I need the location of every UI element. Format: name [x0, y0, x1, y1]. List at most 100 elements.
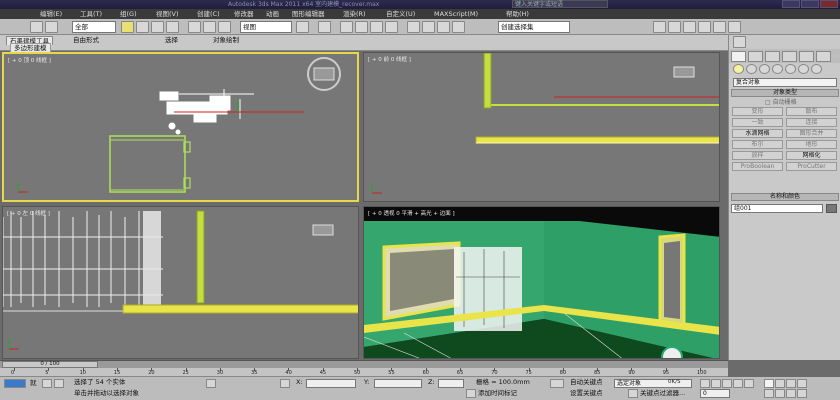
pan-view-icon[interactable] [775, 389, 785, 398]
rollout-name-color[interactable]: 名称和颜色 [731, 193, 839, 201]
previous-frame-icon[interactable] [711, 379, 721, 388]
render-production-icon[interactable] [728, 21, 741, 33]
next-frame-icon[interactable] [733, 379, 743, 388]
time-slider[interactable]: 0 / 100 [0, 360, 728, 368]
selection-filter-dropdown[interactable]: 全部 [72, 21, 116, 33]
y-coordinate-input[interactable] [374, 379, 422, 388]
viewport-top[interactable]: [ + 0 顶 0 线框 ] [2, 52, 359, 202]
spinner-snap-icon[interactable] [385, 21, 398, 33]
viewport-label[interactable]: [ + 0 透视 0 平滑 + 高光 + 边面 ] [368, 209, 455, 217]
modify-tab-icon[interactable] [748, 51, 763, 62]
lock-icon[interactable] [733, 36, 746, 48]
search-input[interactable]: 键入关键字或短语 [512, 0, 608, 8]
edit-named-selection-icon[interactable] [407, 21, 420, 33]
time-slider-thumb[interactable]: 0 / 100 [2, 361, 98, 368]
shapes-icon[interactable] [746, 64, 757, 74]
absolute-mode-icon[interactable] [280, 379, 290, 388]
blobmesh-button[interactable]: 水滴网格 [732, 129, 783, 138]
menu-group[interactable]: 组(G) [120, 9, 137, 19]
z-coordinate-input[interactable] [438, 379, 464, 388]
redo-icon[interactable] [45, 21, 58, 33]
menu-edit[interactable]: 编辑(E) [40, 9, 62, 19]
maxscript-listener-icon[interactable] [42, 379, 52, 388]
motion-tab-icon[interactable] [782, 51, 797, 62]
reference-coordinate-dropdown[interactable]: 视图 [240, 21, 292, 33]
filter-icon[interactable] [628, 389, 638, 398]
snaps-toggle-icon[interactable] [340, 21, 353, 33]
menu-create[interactable]: 创建(C) [197, 9, 220, 19]
curve-editor-icon[interactable] [653, 21, 666, 33]
rendered-frame-icon[interactable] [713, 21, 726, 33]
menu-help[interactable]: 帮助(H) [506, 9, 529, 19]
select-manipulate-icon[interactable] [318, 21, 331, 33]
tab-selection[interactable]: 选择 [162, 36, 181, 44]
select-move-icon[interactable] [188, 21, 201, 33]
morph-button[interactable]: 变形 [732, 107, 783, 116]
material-editor-icon[interactable] [683, 21, 696, 33]
pivot-center-icon[interactable] [296, 21, 309, 33]
align-icon[interactable] [437, 21, 450, 33]
conform-button[interactable]: 一致 [732, 118, 783, 127]
maximize-button[interactable] [801, 0, 819, 8]
object-name-input[interactable]: 组001 [731, 204, 823, 213]
geometry-icon[interactable] [733, 64, 744, 74]
current-frame-input[interactable]: 0 [700, 389, 730, 398]
zoom-extents-icon[interactable] [786, 379, 796, 388]
viewport-front[interactable]: [ + 0 前 0 线框 ] [363, 52, 720, 202]
time-tag-icon[interactable] [466, 389, 476, 398]
key-icon[interactable] [550, 379, 564, 388]
mesher-button[interactable]: 网格化 [786, 151, 837, 160]
viewport-perspective[interactable]: [ + 0 透视 0 平滑 + 高光 + 边面 ] [363, 206, 720, 359]
display-tab-icon[interactable] [799, 51, 814, 62]
menu-view[interactable]: 视图(V) [156, 9, 179, 19]
space-warps-icon[interactable] [798, 64, 809, 74]
category-dropdown[interactable]: 复合对象 [733, 78, 837, 87]
x-coordinate-input[interactable] [306, 379, 356, 388]
schematic-view-icon[interactable] [668, 21, 681, 33]
mirror-icon[interactable] [422, 21, 435, 33]
auto-grid-checkbox[interactable]: □ 自动栅格 [765, 97, 797, 106]
render-setup-icon[interactable] [698, 21, 711, 33]
rollout-object-type[interactable]: 对象类型 [731, 89, 839, 97]
select-object-icon[interactable] [121, 21, 134, 33]
tab-freeform[interactable]: 自由形式 [70, 36, 102, 44]
orbit-icon[interactable] [786, 389, 796, 398]
scatter-button[interactable]: 散布 [786, 107, 837, 116]
menu-animation[interactable]: 动画 [266, 9, 279, 19]
procutter-button[interactable]: ProCutter [786, 162, 837, 171]
tab-object-paint[interactable]: 对象绘制 [210, 36, 242, 44]
key-filters-button[interactable]: 关键点过滤器... [640, 389, 685, 398]
minimize-button[interactable] [782, 0, 800, 8]
undo-icon[interactable] [30, 21, 43, 33]
field-of-view-icon[interactable] [764, 389, 774, 398]
hierarchy-tab-icon[interactable] [765, 51, 780, 62]
cameras-icon[interactable] [772, 64, 783, 74]
select-rotate-icon[interactable] [203, 21, 216, 33]
mini-listener-icon[interactable] [54, 379, 64, 388]
close-button[interactable] [820, 0, 838, 8]
add-time-tag[interactable]: 添加时间标记 [478, 389, 517, 398]
layer-manager-icon[interactable] [452, 21, 465, 33]
lights-icon[interactable] [759, 64, 770, 74]
viewport-left[interactable]: [ + 0 左 0 线框 ] [2, 206, 359, 359]
go-to-start-icon[interactable] [700, 379, 710, 388]
named-selection-set-dropdown[interactable]: 创建选择集 [498, 21, 570, 33]
percent-snap-icon[interactable] [370, 21, 383, 33]
auto-key-button[interactable]: 自动关键点 [570, 378, 603, 387]
select-by-name-icon[interactable] [136, 21, 149, 33]
menu-rendering[interactable]: 渲染(R) [343, 9, 366, 19]
set-key-button[interactable]: 设置关键点 [570, 389, 603, 398]
rectangle-selection-icon[interactable] [151, 21, 164, 33]
zoom-all-icon[interactable] [775, 379, 785, 388]
go-to-end-icon[interactable] [744, 379, 754, 388]
zoom-extents-all-icon[interactable] [797, 379, 807, 388]
menu-graph-editors[interactable]: 图形编辑器 [292, 9, 325, 19]
zoom-icon[interactable] [764, 379, 774, 388]
window-crossing-icon[interactable] [166, 21, 179, 33]
proboolean-button[interactable]: ProBoolean [732, 162, 783, 171]
helpers-icon[interactable] [785, 64, 796, 74]
menu-maxscript[interactable]: MAXScript(M) [434, 9, 478, 19]
terrain-button[interactable]: 地形 [786, 140, 837, 149]
select-scale-icon[interactable] [218, 21, 231, 33]
track-bar[interactable]: 0 5 10 15 20 25 30 35 40 45 50 55 60 65 70 75 80 85 90 95 10… [0, 368, 728, 377]
